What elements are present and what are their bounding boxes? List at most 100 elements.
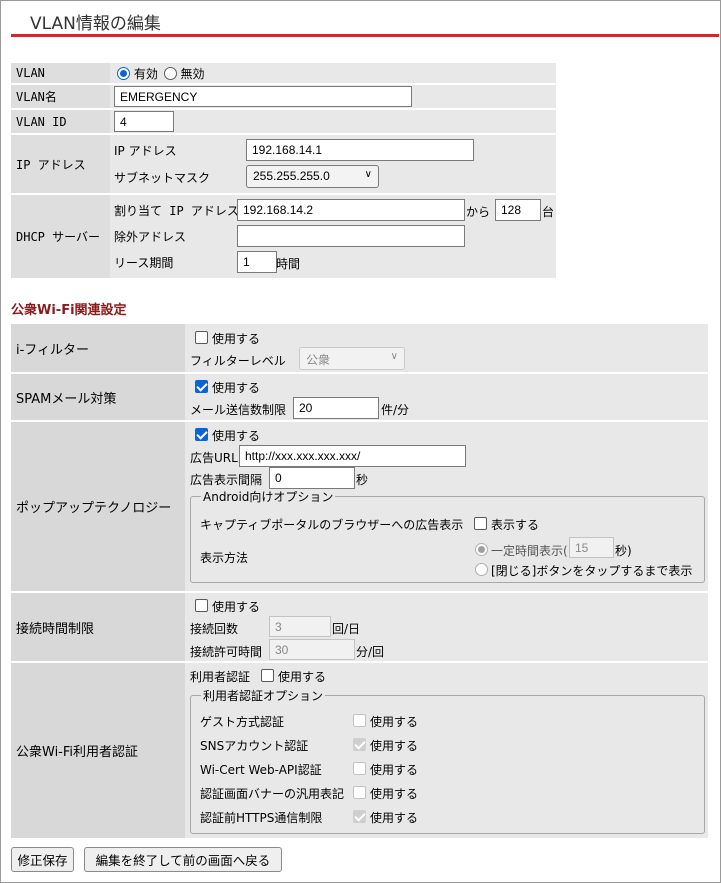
ad-interval-unit: 秒	[356, 473, 369, 487]
auth-option-checkbox[interactable]	[353, 786, 366, 799]
vlan-name-row: VLAN名	[11, 85, 556, 110]
conn-limit-cell: 使用する 接続回数 回/日 接続許可時間 分/回	[185, 593, 708, 663]
lease-unit: 時間	[276, 257, 301, 271]
auth-option-label: 認証前HTTPS通信制限	[200, 811, 323, 825]
auth-option-row: ゲスト方式認証 使用する	[185, 713, 705, 737]
auth-option-checkbox[interactable]	[353, 738, 366, 751]
title-rule	[11, 34, 719, 37]
auth-option-checkbox[interactable]	[353, 714, 366, 727]
dhcp-cell: 割り当て IP アドレス から 台 除外アドレス リース期間 時間	[110, 195, 556, 280]
conn-limit-row: 接続時間制限 使用する 接続回数 回/日 接続許可時間 分/回	[11, 593, 708, 663]
conn-time-label: 接続許可時間	[190, 645, 263, 659]
subnet-label: サブネットマスク	[114, 171, 211, 185]
user-auth-checkbox[interactable]	[261, 669, 274, 682]
ifilter-cell: 使用する フィルターレベル 公衆 ∨	[185, 324, 708, 374]
back-button[interactable]: 編集を終了して前の画面へ戻る	[84, 847, 282, 872]
vlan-enabled-radio[interactable]	[117, 66, 130, 80]
ifilter-label: i-フィルター	[11, 324, 185, 374]
user-auth-use-label: 使用する	[278, 670, 327, 684]
page-title: VLAN情報の編集	[30, 14, 161, 34]
lease-label: リース期間	[114, 256, 174, 270]
save-button[interactable]: 修正保存	[11, 847, 74, 872]
ifilter-use-label: 使用する	[212, 332, 261, 346]
vlan-id-row: VLAN ID	[11, 110, 556, 135]
captive-ad-label: キャプティブポータルのブラウザーへの広告表示	[200, 518, 464, 532]
exclude-input[interactable]	[237, 225, 465, 247]
vlan-status-row: VLAN 有効 無効	[11, 63, 556, 85]
vlan-name-cell	[110, 85, 556, 110]
auth-option-check-label: 使用する	[370, 739, 419, 753]
captive-ad-checkbox[interactable]	[474, 517, 487, 530]
conn-count-unit: 回/日	[332, 622, 361, 636]
mail-limit-label: メール送信数制限	[190, 403, 287, 417]
method-timed-unit: 秒)	[615, 544, 632, 558]
subnet-value: 255.255.255.0	[253, 169, 330, 183]
method-timed-input[interactable]	[569, 537, 614, 558]
android-options-legend: Android向けオプション	[203, 490, 334, 504]
auth-option-checkbox[interactable]	[353, 762, 366, 775]
auth-options-legend: 利用者認証オプション	[203, 689, 324, 703]
auth-option-check-label: 使用する	[370, 763, 419, 777]
assign-count-input[interactable]	[495, 199, 541, 221]
conn-time-input[interactable]	[269, 639, 355, 660]
method-close-label: [閉じる]ボタンをタップするまで表示	[491, 564, 693, 578]
auth-options-list: ゲスト方式認証 使用する SNSアカウント認証 使用する Wi-Cert Web…	[185, 713, 705, 833]
ip-label: IP アドレス	[114, 144, 177, 158]
vlan-status-cell: 有効 無効	[110, 63, 556, 85]
mail-limit-input[interactable]	[293, 397, 379, 419]
conn-time-unit: 分/回	[356, 645, 385, 659]
filter-level-value: 公衆	[306, 353, 331, 367]
filter-level-label: フィルターレベル	[190, 354, 286, 368]
wifi-settings-table: i-フィルター 使用する フィルターレベル 公衆 ∨ SPAMメール対策 使用す…	[11, 324, 708, 840]
auth-label: 公衆Wi-Fi利用者認証	[11, 663, 185, 840]
conn-limit-label: 接続時間制限	[11, 593, 185, 663]
vlan-disabled-radio[interactable]	[163, 66, 177, 80]
popup-label: ポップアップテクノロジー	[11, 422, 185, 593]
auth-option-check-label: 使用する	[370, 787, 419, 801]
spam-row: SPAMメール対策 使用する メール送信数制限 件/分	[11, 374, 708, 422]
conn-limit-use-checkbox[interactable]	[195, 599, 208, 612]
vlan-table: VLAN 有効 無効 VLAN名 VLAN ID IP アドレス IP アドレス…	[11, 63, 556, 280]
conn-count-input[interactable]	[269, 616, 331, 637]
method-timed-radio[interactable]	[475, 543, 488, 556]
filter-level-select[interactable]: 公衆 ∨	[299, 347, 405, 370]
ip-address-cell: IP アドレス サブネットマスク 255.255.255.0 ∨	[110, 135, 556, 195]
ip-address-input[interactable]	[246, 139, 474, 161]
auth-option-check-label: 使用する	[370, 811, 419, 825]
chevron-down-icon: ∨	[364, 169, 372, 180]
assign-ip-input[interactable]	[237, 199, 465, 221]
auth-option-checkbox[interactable]	[353, 810, 366, 823]
method-timed-label: 一定時間表示(	[491, 544, 568, 558]
chevron-down-icon: ∨	[390, 351, 398, 362]
ip-address-group-label: IP アドレス	[11, 135, 110, 195]
lease-input[interactable]	[237, 251, 277, 273]
spam-use-label: 使用する	[212, 381, 261, 395]
auth-option-label: Wi-Cert Web-API認証	[200, 763, 322, 777]
exclude-label: 除外アドレス	[114, 230, 187, 244]
subnet-select[interactable]: 255.255.255.0 ∨	[246, 165, 379, 188]
dhcp-row: DHCP サーバー 割り当て IP アドレス から 台 除外アドレス リース期間…	[11, 195, 556, 280]
spam-use-checkbox[interactable]	[195, 380, 208, 393]
auth-option-row: 認証画面バナーの汎用表記 使用する	[185, 785, 705, 809]
vlan-id-input[interactable]	[114, 111, 174, 132]
display-method-label: 表示方法	[200, 551, 249, 565]
spam-cell: 使用する メール送信数制限 件/分	[185, 374, 708, 422]
popup-cell: 使用する 広告URL 広告表示間隔 秒 Android向けオプション キャプティ…	[185, 422, 708, 593]
mail-limit-unit: 件/分	[381, 403, 410, 417]
vlan-name-input[interactable]	[114, 86, 412, 107]
auth-option-check-label: 使用する	[370, 715, 419, 729]
dhcp-server-label: DHCP サーバー	[11, 195, 110, 280]
ad-interval-input[interactable]	[269, 467, 355, 489]
spam-label: SPAMメール対策	[11, 374, 185, 422]
ad-url-label: 広告URL	[190, 451, 238, 465]
popup-use-checkbox[interactable]	[195, 428, 208, 441]
ad-interval-label: 広告表示間隔	[190, 473, 263, 487]
popup-row: ポップアップテクノロジー 使用する 広告URL 広告表示間隔 秒 Android…	[11, 422, 708, 593]
auth-cell: 利用者認証 使用する 利用者認証オプション ゲスト方式認証 使用する SNSアカ…	[185, 663, 708, 840]
ad-url-input[interactable]	[239, 445, 466, 467]
auth-option-row: Wi-Cert Web-API認証 使用する	[185, 761, 705, 785]
method-close-radio[interactable]	[475, 563, 488, 576]
user-auth-label: 利用者認証	[190, 670, 251, 684]
ifilter-use-checkbox[interactable]	[195, 331, 208, 344]
auth-option-row: SNSアカウント認証 使用する	[185, 737, 705, 761]
